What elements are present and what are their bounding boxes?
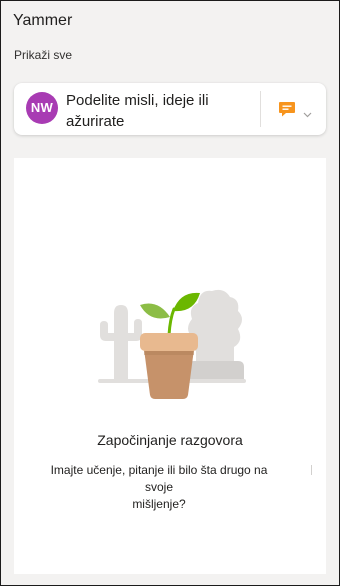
empty-feed-card: Započinjanje razgovora Imajte učenje, pi… [14,158,326,574]
empty-state-message: Imajte učenje, pitanje ili bilo šta drug… [16,462,302,513]
app-title: Yammer [13,12,73,29]
empty-state-line: svoje [144,480,173,494]
scroll-marker [311,465,312,475]
user-avatar: NW [26,92,58,124]
post-type-dropdown[interactable] [272,95,320,123]
message-bubble-icon [278,100,296,123]
empty-state-line: mišljenje? [132,497,186,511]
chevron-down-icon [303,105,312,123]
post-composer[interactable]: NW Podelite misli, ideje ili ažurirate [14,83,326,135]
empty-state-line: Imajte učenje, pitanje ili bilo šta drug… [50,463,268,477]
yammer-panel: Yammer Prikaži sve NW Podelite misli, id… [0,0,340,586]
plant-pot-illustration [98,289,246,399]
composer-divider [260,91,261,127]
composer-prompt[interactable]: Podelite misli, ideje ili ažurirate [66,90,246,132]
show-all-link[interactable]: Prikaži sve [14,47,72,63]
empty-state-title: Započinjanje razgovora [97,432,243,448]
